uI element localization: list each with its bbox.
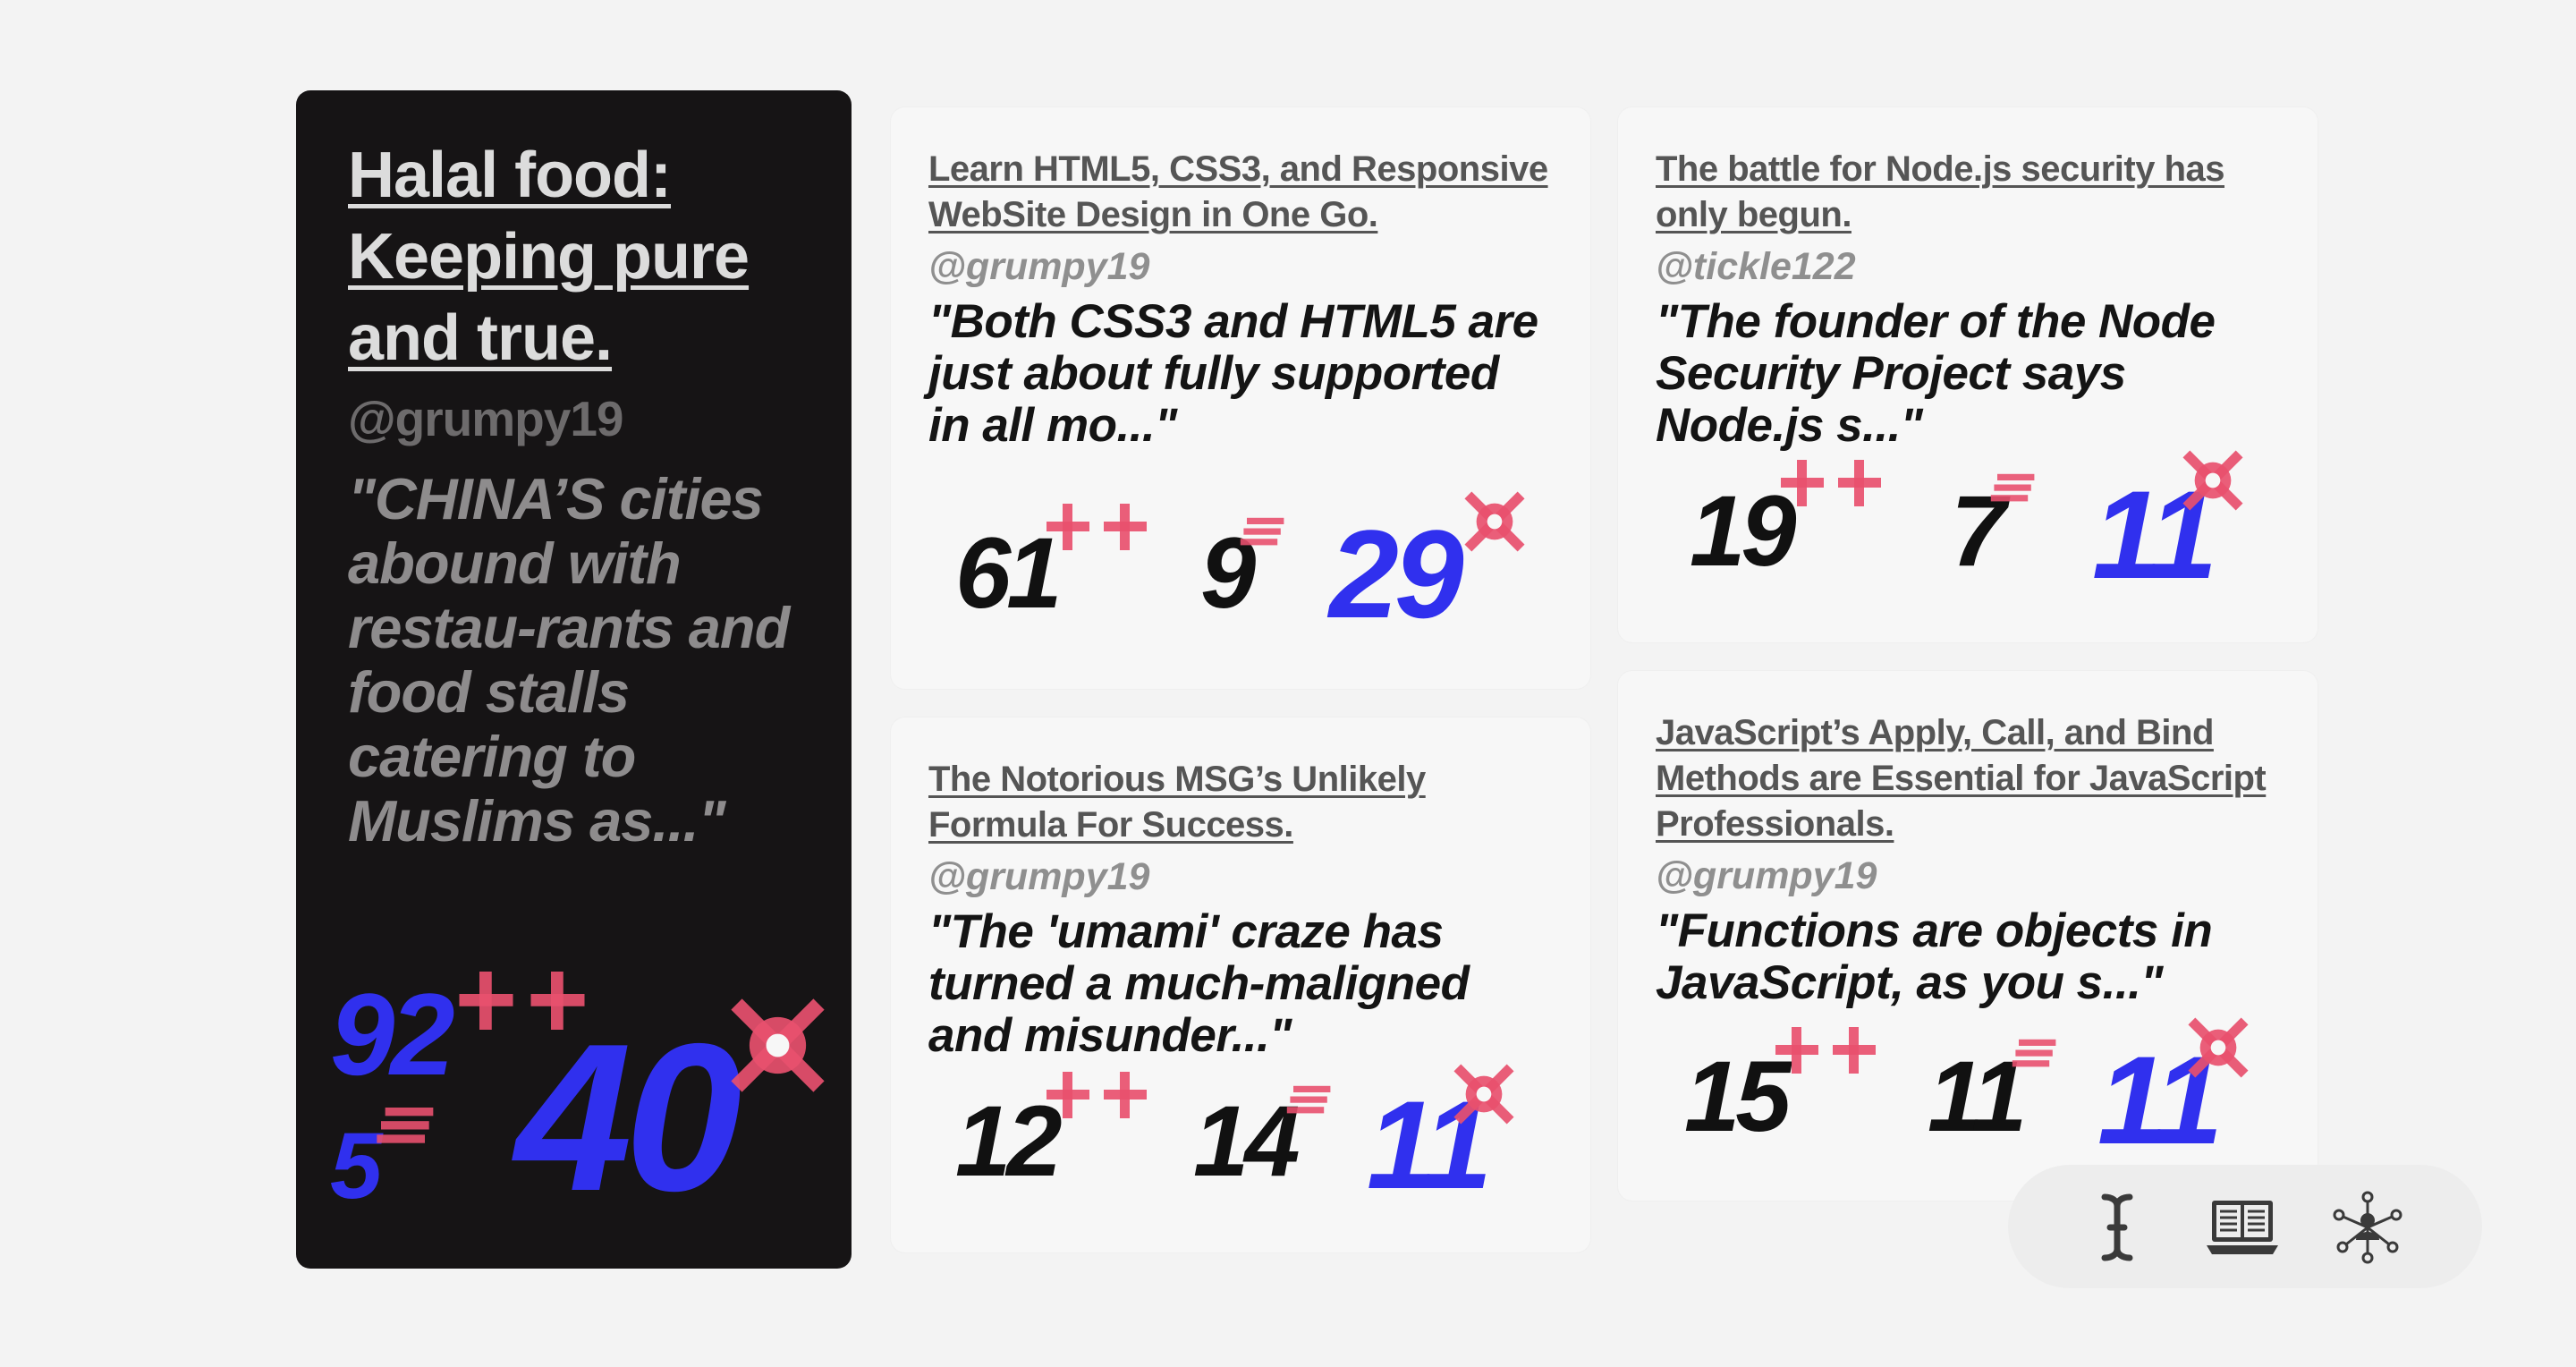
target-count: 29 <box>1329 504 1464 644</box>
target-icon <box>2185 1015 2251 1081</box>
equal-icon <box>375 1105 437 1148</box>
equal-stat[interactable]: 14 <box>1193 1091 1296 1192</box>
target-stat[interactable]: 11 <box>2092 472 2213 598</box>
network-person-icon[interactable] <box>2330 1190 2405 1265</box>
feature-equal-stat[interactable]: 5 <box>330 1119 377 1213</box>
plus-plus-icon <box>1045 1068 1152 1122</box>
equal-count: 14 <box>1193 1085 1301 1197</box>
plus-plus-icon <box>1774 1023 1881 1077</box>
plus-count: 15 <box>1684 1040 1792 1152</box>
equal-icon <box>1238 516 1288 548</box>
feature-article-title[interactable]: Halal food: Keeping pure and true. <box>348 135 800 379</box>
feature-equal-count: 5 <box>330 1114 382 1218</box>
target-icon <box>2180 447 2246 514</box>
equal-stat[interactable]: 9 <box>1200 523 1251 624</box>
article-excerpt: "Both CSS3 and HTML5 are just about full… <box>928 295 1538 452</box>
plus-plus-icon <box>1779 456 1886 510</box>
feature-article-author[interactable]: @grumpy19 <box>348 390 800 447</box>
target-stat[interactable]: 11 <box>2097 1038 2218 1163</box>
target-icon <box>726 994 829 1097</box>
article-title[interactable]: JavaScript’s Apply, Call, and Bind Metho… <box>1656 710 2280 847</box>
article-card[interactable]: The Notorious MSG’s Unlikely Formula For… <box>891 717 1590 1252</box>
plus-count: 61 <box>955 517 1063 629</box>
feature-article-card[interactable]: Halal food: Keeping pure and true. @grum… <box>296 90 852 1269</box>
article-author[interactable]: @grumpy19 <box>1656 854 2280 898</box>
equal-count: 11 <box>1928 1040 2027 1152</box>
article-author[interactable]: @tickle122 <box>1656 245 2280 289</box>
article-title[interactable]: The Notorious MSG’s Unlikely Formula For… <box>928 757 1553 848</box>
laptop-book-icon[interactable] <box>2205 1190 2280 1265</box>
equal-stat[interactable]: 7 <box>1951 481 2002 582</box>
feature-plus-stat[interactable]: 92 <box>330 976 451 1092</box>
article-excerpt: "The 'umami' craze has turned a much-mal… <box>928 905 1470 1062</box>
article-card[interactable]: JavaScript’s Apply, Call, and Bind Metho… <box>1618 671 2318 1201</box>
plus-stat[interactable]: 19 <box>1690 481 1792 582</box>
article-author[interactable]: @grumpy19 <box>928 245 1553 289</box>
target-icon <box>1462 488 1528 555</box>
equal-stat[interactable]: 11 <box>1928 1047 2022 1147</box>
article-title[interactable]: Learn HTML5, CSS3, and Responsive WebSit… <box>928 147 1553 238</box>
plus-plus-icon <box>1045 500 1152 554</box>
plus-stat[interactable]: 12 <box>955 1091 1058 1192</box>
article-card[interactable]: The battle for Node.js security has only… <box>1618 107 2318 642</box>
feature-target-stat[interactable]: 40 <box>515 1012 734 1222</box>
plus-count: 12 <box>955 1085 1063 1197</box>
target-icon <box>1451 1061 1517 1127</box>
article-excerpt: "Functions are objects in JavaScript, as… <box>1656 904 2213 1009</box>
plus-stat[interactable]: 15 <box>1684 1047 1787 1147</box>
plus-stat[interactable]: 61 <box>955 523 1058 624</box>
tool-dock <box>2008 1165 2482 1288</box>
text-cursor-icon[interactable] <box>2080 1190 2155 1265</box>
equal-icon <box>1988 472 2038 505</box>
target-stat[interactable]: 29 <box>1329 512 1460 637</box>
article-card[interactable]: Learn HTML5, CSS3, and Responsive WebSit… <box>891 107 1590 689</box>
article-title[interactable]: The battle for Node.js security has only… <box>1656 147 2280 238</box>
equal-icon <box>2010 1038 2060 1070</box>
target-stat[interactable]: 11 <box>1367 1083 1487 1208</box>
plus-count: 19 <box>1690 475 1797 587</box>
article-excerpt: "The founder of the Node Security Projec… <box>1656 295 2216 452</box>
feature-target-count: 40 <box>515 999 741 1235</box>
equal-icon <box>1284 1084 1335 1117</box>
article-author[interactable]: @grumpy19 <box>928 855 1553 899</box>
feature-plus-count: 92 <box>330 969 455 1100</box>
feature-article-excerpt: "CHINA’S cities abound with restau-rants… <box>348 466 790 853</box>
